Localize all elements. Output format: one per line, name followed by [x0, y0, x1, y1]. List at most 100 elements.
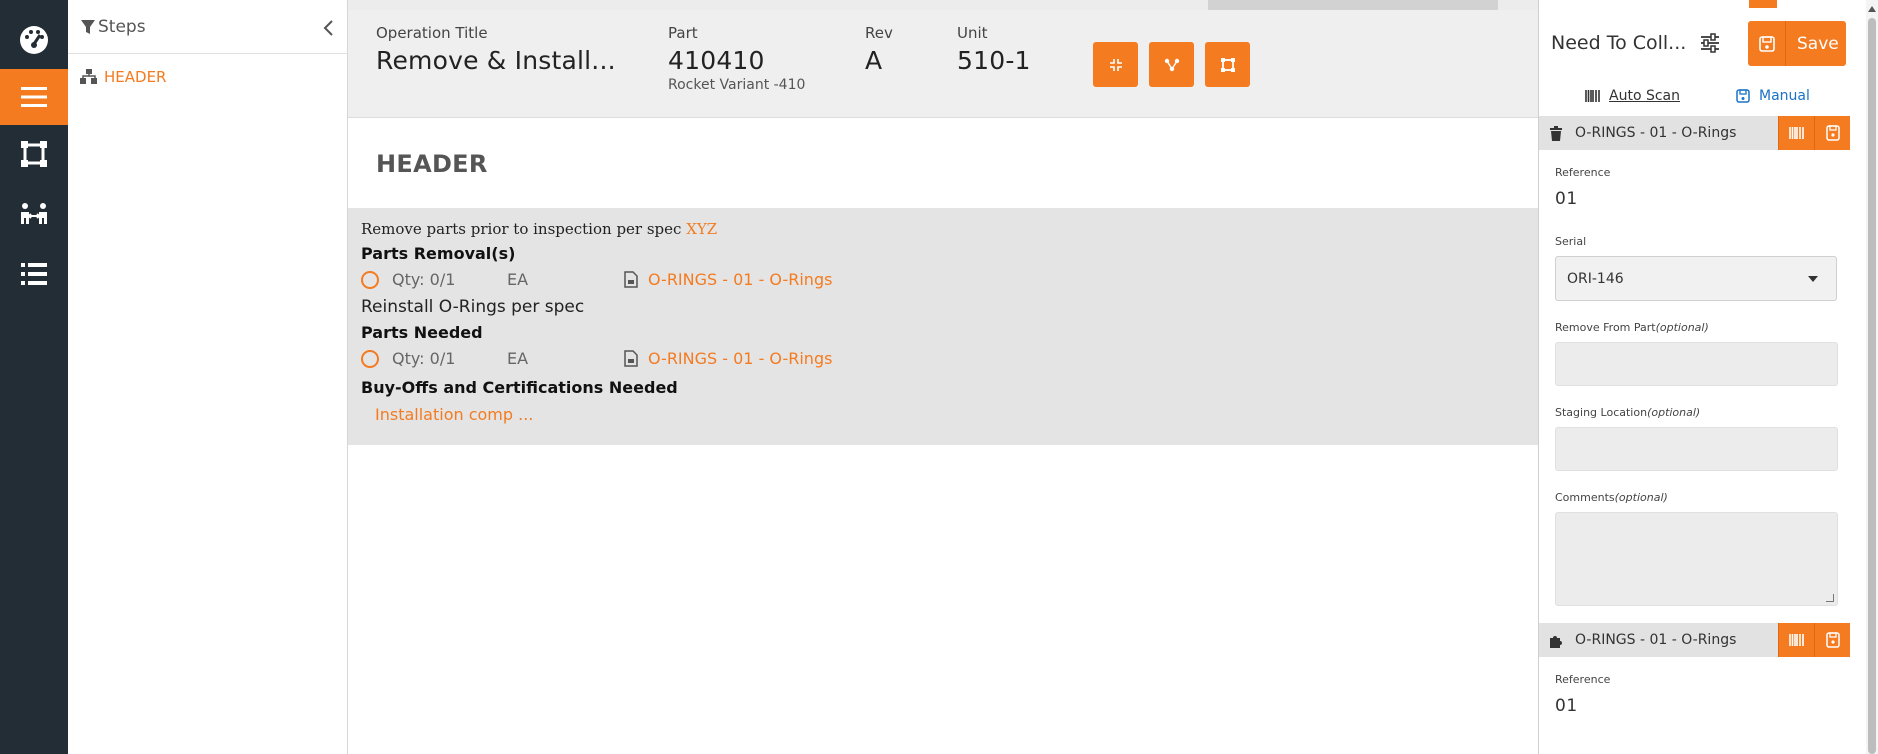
frame-button[interactable]: [1205, 42, 1250, 87]
save-icon: [1736, 89, 1750, 103]
barcode-icon: [1788, 634, 1804, 646]
frame-icon: [1220, 57, 1235, 72]
people-icon: [21, 203, 47, 224]
frame-icon: [21, 141, 47, 167]
panel-title: Need To Coll...: [1551, 32, 1687, 54]
item-save-button[interactable]: [1814, 116, 1850, 150]
item-actions: [1778, 116, 1850, 150]
operation-title-field: Operation Title Remove & Install...: [376, 24, 616, 75]
reference-label: Reference: [1555, 673, 1611, 686]
section-header: HEADER: [376, 150, 488, 178]
save-button[interactable]: Save: [1748, 21, 1846, 66]
scan-button[interactable]: [1778, 623, 1814, 657]
operation-bar: Operation Title Remove & Install... Part…: [348, 10, 1538, 118]
auto-scan-link[interactable]: Auto Scan: [1585, 88, 1680, 104]
status-circle-icon[interactable]: [361, 350, 379, 368]
panel-scrollbar[interactable]: [1866, 0, 1878, 754]
optional-tag: (optional): [1647, 406, 1701, 419]
staging-location-input[interactable]: [1555, 427, 1838, 471]
list-icon: [21, 263, 47, 285]
save-label: Save: [1797, 33, 1839, 54]
reinstall-text: Reinstall O-Rings per spec: [361, 297, 585, 317]
unit-label: Unit: [957, 24, 988, 42]
scroll-thumb[interactable]: [1868, 18, 1876, 754]
buyoffs-heading: Buy-Offs and Certifications Needed: [361, 378, 678, 397]
needed-uom: EA: [507, 349, 529, 368]
share-icon: [1164, 58, 1179, 71]
nav-menu[interactable]: [0, 69, 68, 125]
staging-location-label: Staging Location(optional): [1555, 406, 1866, 419]
needed-qty: Qty: 0/1: [392, 349, 456, 368]
puzzle-icon: [1550, 635, 1562, 648]
rev-label: Rev: [865, 24, 893, 42]
part-value: 410410: [668, 46, 765, 75]
reference-label: Reference: [1555, 166, 1611, 179]
staging-location-text: Staging Location: [1555, 406, 1648, 419]
remove-from-part-input[interactable]: [1555, 342, 1838, 386]
chevron-left-icon[interactable]: [321, 19, 335, 37]
collection-item-title: O-RINGS - 01 - O-Rings: [1575, 632, 1737, 648]
serial-label: Serial: [1555, 235, 1587, 248]
manual-link[interactable]: Manual: [1736, 88, 1810, 104]
trash-icon[interactable]: [1549, 125, 1563, 141]
collection-panel: Need To Coll... Save Auto Scan Manual O-…: [1538, 0, 1866, 754]
buyoff-link[interactable]: Installation comp ...: [375, 405, 1525, 424]
sliders-icon[interactable]: [1699, 33, 1721, 53]
collection-item-header: O-RINGS - 01 - O-Rings: [1539, 116, 1850, 150]
dashboard-icon: [20, 26, 48, 54]
intro-text-body: Remove parts prior to inspection per spe…: [361, 220, 687, 238]
removal-qty: Qty: 0/1: [392, 270, 456, 289]
comments-text: Comments: [1555, 491, 1615, 504]
step-item-label: HEADER: [104, 68, 167, 86]
panel-header: Need To Coll... Save: [1539, 0, 1866, 88]
scan-button[interactable]: [1778, 116, 1814, 150]
app: Steps HEADER Operation Title Remove & In…: [0, 0, 1878, 754]
hierarchy-icon: [80, 69, 97, 84]
save-icon: [1758, 35, 1775, 52]
collection-item-title: O-RINGS - 01 - O-Rings: [1575, 125, 1737, 141]
save-icon: [1825, 125, 1840, 141]
removal-uom: EA: [507, 270, 529, 289]
parts-needed-heading: Parts Needed: [361, 323, 483, 342]
filter-icon[interactable]: [80, 19, 96, 35]
removal-part-link[interactable]: O-RINGS - 01 - O-Rings: [648, 270, 832, 289]
manual-label: Manual: [1759, 88, 1810, 104]
resize-grip-icon[interactable]: [1826, 594, 1834, 602]
auto-scan-label: Auto Scan: [1609, 88, 1680, 104]
step-item-header[interactable]: HEADER: [68, 54, 347, 86]
share-button[interactable]: [1149, 42, 1194, 87]
document-icon: [624, 350, 638, 367]
operation-title-value: Remove & Install...: [376, 46, 616, 75]
rev-value: A: [865, 46, 883, 75]
comments-label: Comments(optional): [1555, 491, 1866, 504]
barcode-icon: [1585, 90, 1600, 102]
part-label: Part: [668, 24, 698, 42]
collapse-button[interactable]: [1093, 42, 1138, 87]
nav-frame[interactable]: [0, 126, 68, 182]
serial-select[interactable]: ORI-146: [1555, 256, 1837, 301]
spec-link[interactable]: XYZ: [686, 220, 717, 238]
save-icon: [1825, 632, 1840, 648]
menu-icon: [21, 87, 47, 107]
parts-removal-heading: Parts Removal(s): [361, 244, 516, 263]
nav-list[interactable]: [0, 246, 68, 302]
operation-title-label: Operation Title: [376, 24, 488, 42]
needed-part-link[interactable]: O-RINGS - 01 - O-Rings: [648, 349, 832, 368]
step-content: Remove parts prior to inspection per spe…: [348, 208, 1538, 445]
scroll-up-icon[interactable]: [1868, 6, 1876, 12]
status-circle-icon[interactable]: [361, 271, 379, 289]
nav-rail: [0, 0, 68, 754]
nav-people[interactable]: [0, 187, 68, 243]
item-save-button[interactable]: [1814, 623, 1850, 657]
optional-tag: (optional): [1614, 491, 1668, 504]
steps-panel: Steps HEADER: [68, 0, 348, 754]
collapse-icon: [1109, 58, 1122, 71]
needed-part-row: Qty: 0/1 EA O-RINGS - 01 - O-Rings: [361, 346, 1525, 372]
comments-textarea[interactable]: [1555, 512, 1838, 606]
top-scrollbar[interactable]: [348, 0, 1538, 10]
nav-dashboard[interactable]: [0, 12, 68, 68]
document-icon: [624, 271, 638, 288]
intro-text: Remove parts prior to inspection per spe…: [361, 220, 1525, 238]
barcode-icon: [1788, 127, 1804, 139]
remove-from-part-label: Remove From Part(optional): [1555, 321, 1866, 334]
